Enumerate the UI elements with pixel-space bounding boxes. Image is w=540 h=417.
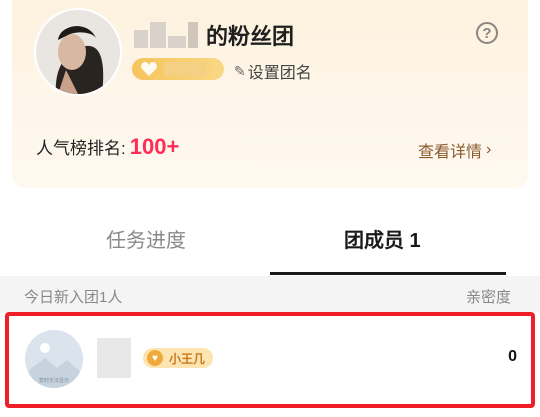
new-members-today-label: 今日新入团1人 (24, 289, 123, 306)
rank-value: 100+ (129, 134, 180, 159)
fan-club-name-suffix: 的粉丝团 (206, 24, 295, 49)
member-avatar[interactable]: 暂时无法显示 (25, 330, 83, 388)
member-intimacy-score: 0 (508, 348, 517, 365)
view-details-label: 查看详情 (418, 144, 483, 161)
member-fan-badge: ♥ 小王几 (143, 348, 214, 368)
avatar-caption: 暂时无法显示 (39, 377, 69, 384)
question-circle-icon[interactable]: ? (476, 22, 498, 44)
blurred-level-text (164, 62, 206, 76)
set-club-name-button[interactable]: ✎ 设置团名 (234, 59, 312, 83)
badge-coin-icon: ♥ (147, 350, 163, 366)
active-tab-indicator (270, 272, 506, 275)
owner-avatar[interactable] (36, 10, 120, 94)
image-placeholder-icon: 暂时无法显示 (25, 330, 83, 388)
fan-club-name: 的粉丝团 (134, 18, 294, 52)
chevron-right-icon: › (486, 141, 492, 158)
member-list-item[interactable]: 暂时无法显示 ♥ 小王几 0 (5, 312, 535, 408)
blurred-name-block (168, 36, 186, 48)
blurred-member-name (97, 338, 131, 378)
members-section-header: 今日新入团1人 亲密度 (0, 276, 540, 312)
intimacy-column-label: 亲密度 (466, 289, 512, 306)
pencil-icon: ✎ (234, 62, 246, 79)
owner-avatar-photo (36, 10, 120, 94)
tab-bar: 任务进度 团成员 1 (0, 216, 540, 275)
set-club-name-label: 设置团名 (247, 65, 312, 82)
blurred-name-block (150, 22, 166, 48)
blurred-name-block (188, 22, 198, 48)
member-badge-label: 小王几 (169, 351, 206, 366)
popularity-rank: 人气榜排名: 100+ (36, 134, 179, 160)
tab-task-progress[interactable]: 任务进度 (106, 224, 186, 253)
blurred-name-block (134, 30, 148, 48)
view-details-link[interactable]: 查看详情 › (418, 138, 491, 162)
heart-badge-icon (141, 62, 157, 76)
fan-level-badge (132, 58, 224, 80)
tab-members[interactable]: 团成员 1 (344, 224, 421, 253)
rank-label: 人气榜排名: (36, 139, 126, 158)
